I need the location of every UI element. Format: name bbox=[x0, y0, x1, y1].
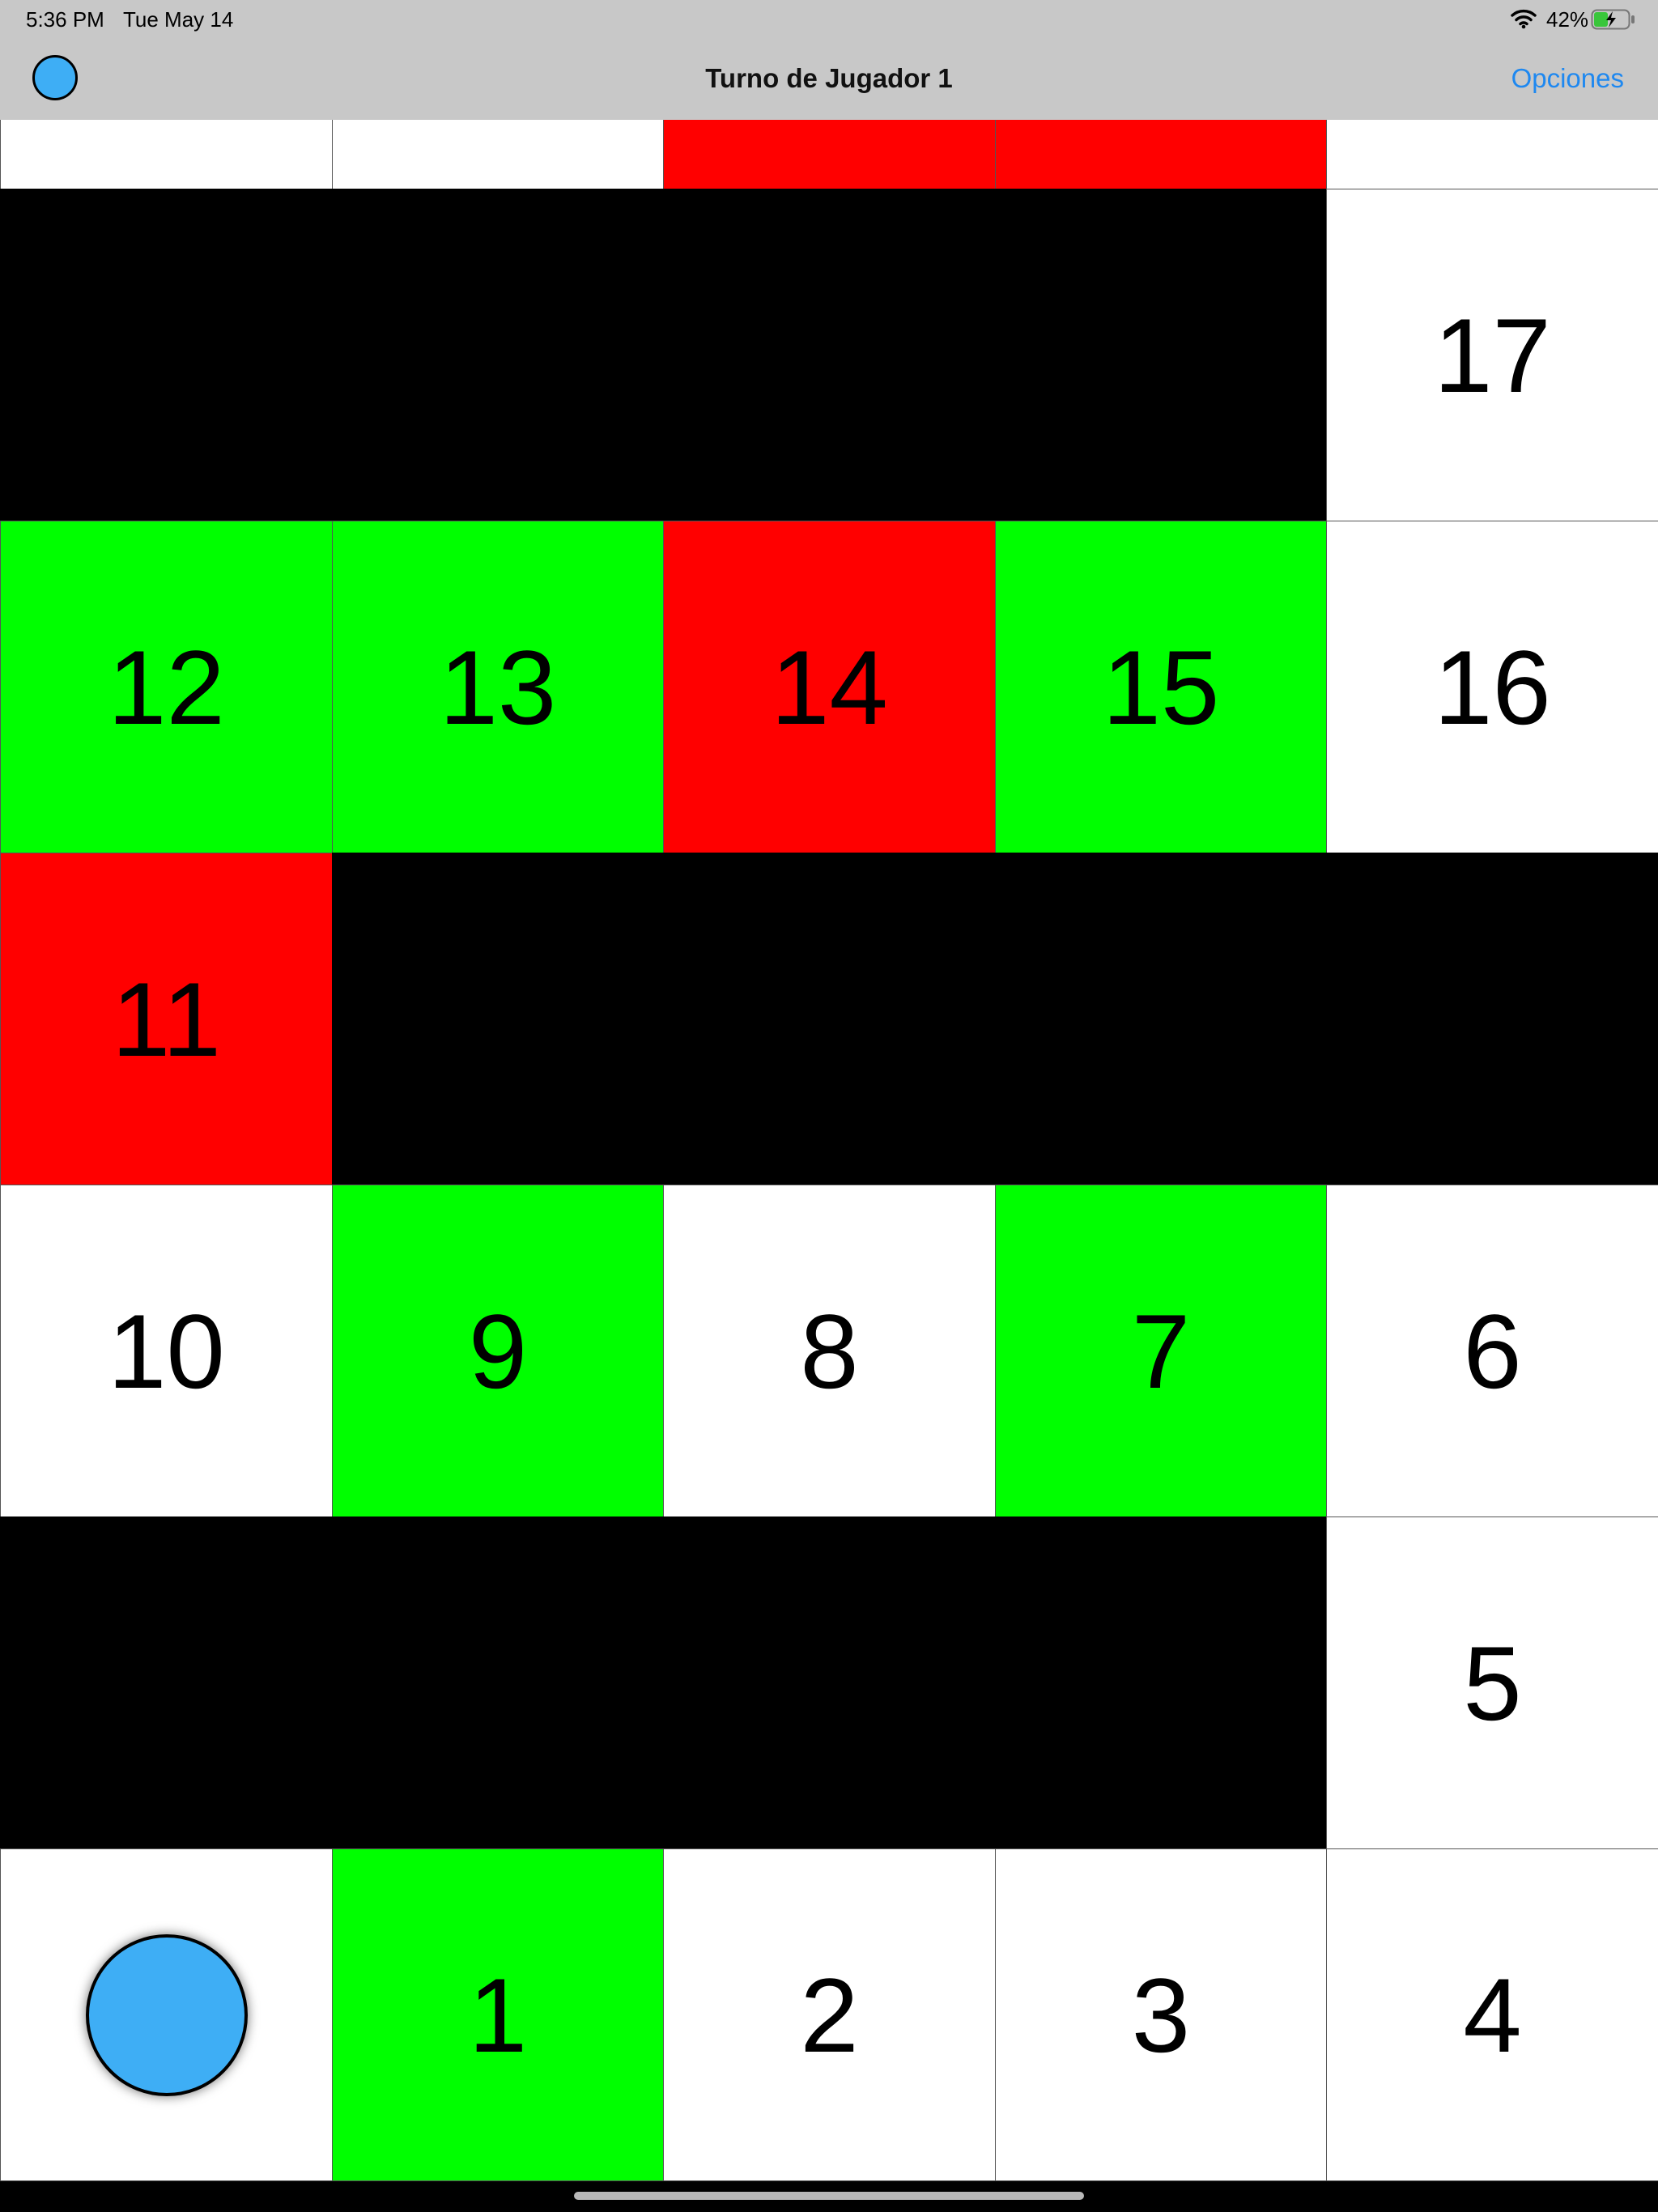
board-square-14[interactable]: 14 bbox=[663, 521, 996, 853]
square-number: 1 bbox=[468, 1955, 528, 2074]
board-wall bbox=[0, 1516, 1326, 1848]
battery-charging-icon bbox=[1591, 9, 1635, 30]
board-square-2[interactable]: 2 bbox=[663, 1848, 996, 2181]
square-number: 16 bbox=[1434, 627, 1551, 747]
board-square-5[interactable]: 5 bbox=[1326, 1516, 1658, 1849]
square-number: 17 bbox=[1434, 296, 1551, 415]
board-square-16[interactable]: 16 bbox=[1326, 521, 1658, 853]
board-square-4[interactable]: 4 bbox=[1326, 1848, 1658, 2181]
board-square-12[interactable]: 12 bbox=[0, 521, 333, 853]
square-number: 10 bbox=[108, 1291, 225, 1410]
player-token[interactable] bbox=[85, 1933, 248, 2096]
square-number: 14 bbox=[771, 627, 888, 747]
board-square-13[interactable]: 13 bbox=[332, 521, 664, 853]
board-square-7[interactable]: 7 bbox=[995, 1185, 1327, 1517]
status-date: Tue May 14 bbox=[123, 7, 234, 32]
options-button[interactable]: Opciones bbox=[1511, 62, 1624, 96]
square-number: 9 bbox=[468, 1291, 528, 1410]
board-wall bbox=[0, 189, 1326, 521]
battery-percent: 42% bbox=[1546, 7, 1589, 32]
square-number: 3 bbox=[1131, 1955, 1191, 2074]
board-square-6[interactable]: 6 bbox=[1326, 1185, 1658, 1517]
square-number: 8 bbox=[800, 1291, 859, 1410]
square-number: 12 bbox=[108, 627, 225, 747]
board-square-9[interactable]: 9 bbox=[332, 1185, 664, 1517]
board-square-1[interactable]: 1 bbox=[332, 1848, 664, 2181]
square-number: 7 bbox=[1131, 1291, 1191, 1410]
board-square-start[interactable] bbox=[0, 1848, 333, 2181]
board-square-8[interactable]: 8 bbox=[663, 1185, 996, 1517]
board-wall bbox=[332, 853, 1658, 1185]
turn-title: Turno de Jugador 1 bbox=[705, 63, 953, 93]
game-board: 17 12 13 14 15 16 11 10 9 8 7 6 5 1 2 3 4 bbox=[0, 0, 1658, 2181]
board-square-17[interactable]: 17 bbox=[1326, 189, 1658, 521]
square-number: 13 bbox=[439, 627, 557, 747]
square-number: 11 bbox=[112, 959, 221, 1078]
board-square-3[interactable]: 3 bbox=[995, 1848, 1327, 2181]
square-number: 2 bbox=[800, 1955, 859, 2074]
board-square-10[interactable]: 10 bbox=[0, 1185, 333, 1517]
square-number: 4 bbox=[1463, 1955, 1522, 2074]
square-number: 15 bbox=[1102, 627, 1220, 747]
square-number: 5 bbox=[1463, 1623, 1522, 1742]
home-indicator bbox=[574, 2192, 1084, 2200]
board-square-15[interactable]: 15 bbox=[995, 521, 1327, 853]
board-square-11[interactable]: 11 bbox=[0, 853, 333, 1185]
square-number: 6 bbox=[1463, 1291, 1522, 1410]
game-screen: 5:36 PM Tue May 14 42% Turno de Jugador … bbox=[0, 0, 1658, 2212]
wifi-icon bbox=[1511, 9, 1537, 29]
status-time: 5:36 PM bbox=[26, 7, 104, 32]
top-bar: 5:36 PM Tue May 14 42% Turno de Jugador … bbox=[0, 0, 1658, 120]
